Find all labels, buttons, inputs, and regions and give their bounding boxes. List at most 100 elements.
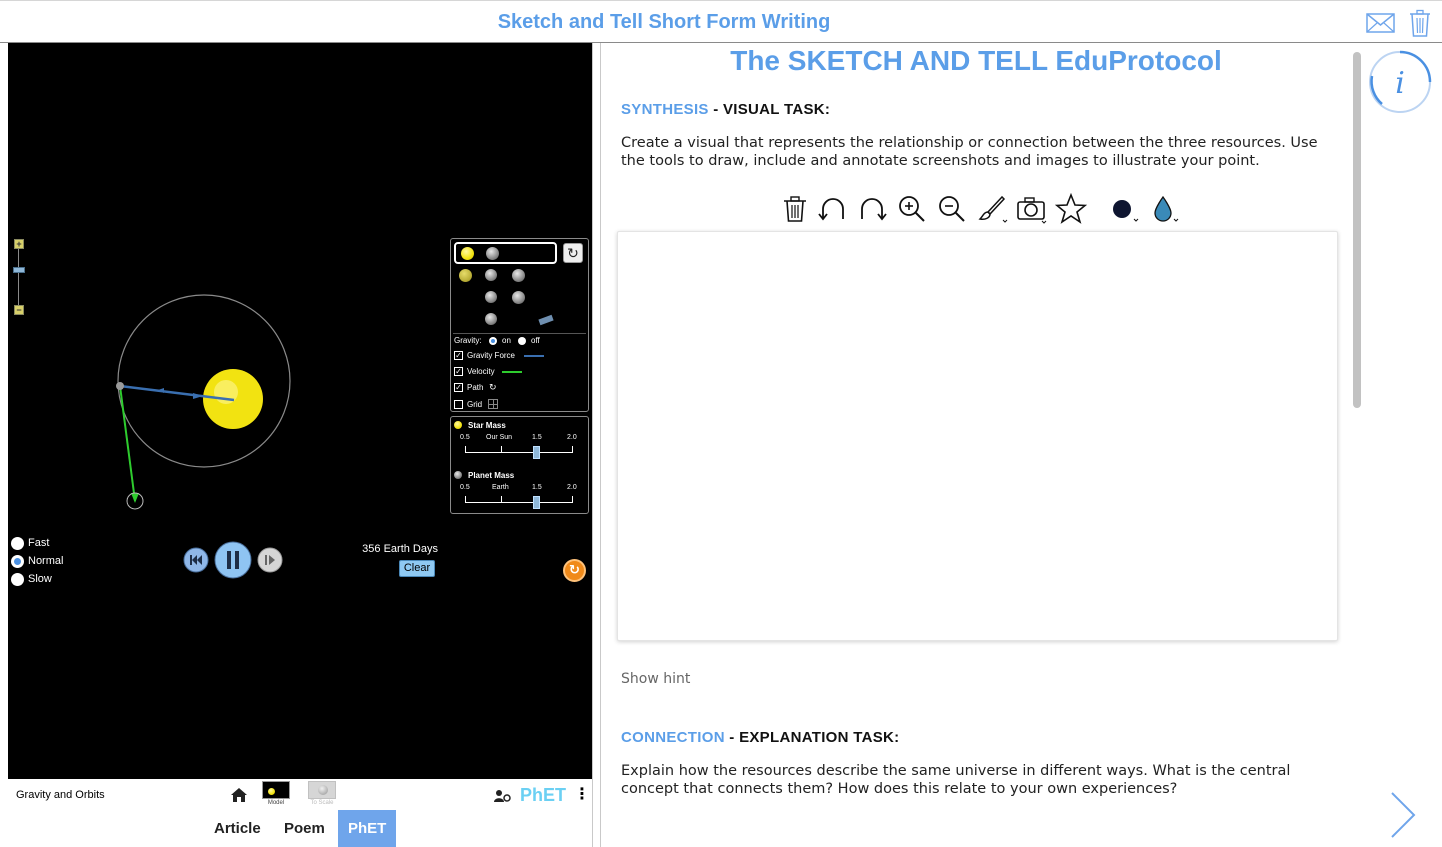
star-mass-track[interactable] <box>465 452 573 453</box>
speed-slow-radio[interactable] <box>11 573 24 586</box>
path-checkbox[interactable]: ✓ <box>454 383 463 392</box>
app-root: Sketch and Tell Short Form Writing + − ↻… <box>0 0 1442 847</box>
system-option[interactable] <box>459 269 472 282</box>
planet-mass-track[interactable] <box>465 502 573 503</box>
speed-fast-label: Fast <box>28 537 50 549</box>
grid-label: Grid <box>467 400 483 409</box>
sim-title: Gravity and Orbits <box>16 789 105 801</box>
undo-icon[interactable] <box>817 193 849 225</box>
system-option[interactable] <box>485 313 497 325</box>
document-scrollbar-thumb[interactable] <box>1353 52 1361 408</box>
connection-instructions: Explain how the resources describe the s… <box>621 763 1291 797</box>
screen-model[interactable]: Model <box>262 781 290 806</box>
reset-system-icon[interactable]: ↻ <box>563 243 583 263</box>
top-bar: Sketch and Tell Short Form Writing <box>0 0 1442 43</box>
speed-fast-radio[interactable] <box>11 537 24 550</box>
system-option[interactable] <box>512 269 525 282</box>
trash-icon[interactable] <box>779 193 811 225</box>
gravity-off-label: off <box>531 336 540 345</box>
path-label: Path <box>467 383 484 392</box>
document-title: The SKETCH AND TELL EduProtocol <box>730 45 1222 76</box>
camera-icon[interactable] <box>1015 193 1047 225</box>
phet-panel: + − ↻ Gravity: on off ✓ Gravity Force ✓ … <box>8 43 592 847</box>
velocity-label: Velocity <box>467 367 495 376</box>
keyboard-user-icon[interactable] <box>493 789 511 803</box>
satellite-icon[interactable] <box>538 314 554 326</box>
color-dot-icon[interactable] <box>1109 193 1141 225</box>
pause-icon[interactable] <box>214 541 252 579</box>
planet-body[interactable] <box>116 382 124 390</box>
zoom-in-icon[interactable] <box>896 193 928 225</box>
velocity-vector[interactable] <box>119 385 136 502</box>
zoom-out-icon[interactable] <box>936 193 968 225</box>
star-mass-thumb[interactable] <box>533 446 540 459</box>
brush-icon[interactable] <box>976 193 1008 225</box>
path-icon: ↻ <box>489 382 497 392</box>
connection-heading: CONNECTION - EXPLANATION TASK: <box>621 729 899 746</box>
gravity-off-radio[interactable] <box>518 337 526 345</box>
tab-poem[interactable]: Poem <box>274 810 335 847</box>
planet-mass-tick: 0.5 <box>460 484 470 491</box>
star-mass-tick: 2.0 <box>567 434 577 441</box>
elapsed-time: 356 Earth Days <box>362 543 438 555</box>
synthesis-instructions: Create a visual that represents the rela… <box>621 135 1318 169</box>
panel-divider[interactable] <box>592 43 601 847</box>
gravity-force-checkbox[interactable]: ✓ <box>454 351 463 360</box>
screen-to-scale[interactable]: To Scale <box>308 781 336 806</box>
system-option[interactable] <box>512 291 525 304</box>
phet-logo[interactable]: PhET <box>520 785 566 806</box>
simulation-stage[interactable]: + − ↻ Gravity: on off ✓ Gravity Force ✓ … <box>8 43 592 779</box>
chevron-right-icon[interactable] <box>1386 790 1418 840</box>
gravity-force-legend <box>524 355 544 357</box>
drawing-toolbar <box>779 193 1189 227</box>
svg-text:i: i <box>1395 66 1405 101</box>
body-selector-panel: ↻ Gravity: on off ✓ Gravity Force ✓ Velo… <box>450 238 589 412</box>
mass-panel: Star Mass 0.5 Our Sun 1.5 2.0 Planet Mas… <box>450 416 589 514</box>
page-title: Sketch and Tell Short Form Writing <box>497 11 831 33</box>
speed-normal-radio[interactable] <box>11 555 24 568</box>
velocity-legend <box>502 371 522 373</box>
fill-drop-icon[interactable] <box>1149 193 1181 225</box>
trash-icon[interactable] <box>1409 9 1431 37</box>
star-icon[interactable] <box>1055 193 1087 225</box>
planet-mass-thumb[interactable] <box>533 496 540 509</box>
star-mass-tick: 0.5 <box>460 434 470 441</box>
system-option[interactable] <box>485 269 497 281</box>
more-menu-icon[interactable]: ⋮ <box>574 787 590 803</box>
gravity-on-radio[interactable] <box>489 337 497 345</box>
star-mass-tick: Our Sun <box>486 434 513 441</box>
gravity-label: Gravity: <box>454 336 482 345</box>
velocity-checkbox[interactable]: ✓ <box>454 367 463 376</box>
tab-phet[interactable]: PhET <box>338 810 397 847</box>
grid-checkbox[interactable] <box>454 400 463 409</box>
connection-rest: - EXPLANATION TASK: <box>724 729 900 746</box>
step-forward-icon[interactable] <box>257 547 283 573</box>
connection-accent: CONNECTION <box>621 729 725 746</box>
info-icon[interactable]: i <box>1368 50 1432 114</box>
planet-mass-tick: 2.0 <box>567 484 577 491</box>
show-hint-link[interactable]: Show hint <box>621 671 690 687</box>
speed-slow-label: Slow <box>28 573 52 585</box>
rewind-icon[interactable] <box>183 547 209 573</box>
planet-mass-title: Planet Mass <box>468 471 515 480</box>
reset-all-icon[interactable]: ↻ <box>563 559 586 582</box>
drawing-canvas[interactable] <box>617 231 1338 641</box>
document-panel: The SKETCH AND TELL EduProtocol SYNTHESI… <box>601 43 1351 847</box>
star-mass-tick: 1.5 <box>532 434 542 441</box>
speed-normal-label: Normal <box>28 555 64 567</box>
redo-icon[interactable] <box>856 193 888 225</box>
home-icon[interactable] <box>230 787 248 803</box>
screen-model-label: Model <box>267 800 285 806</box>
planet-mass-tick: 1.5 <box>532 484 542 491</box>
tab-article[interactable]: Article <box>204 810 271 847</box>
selected-system[interactable] <box>454 242 557 264</box>
gravity-on-label: on <box>502 336 511 345</box>
clear-button[interactable]: Clear <box>399 560 435 577</box>
system-option[interactable] <box>485 291 497 303</box>
sim-navbar: Gravity and Orbits Model To Scale PhET ⋮ <box>8 779 592 811</box>
mail-icon[interactable] <box>1366 12 1396 34</box>
synthesis-heading: SYNTHESIS - VISUAL TASK: <box>621 101 830 118</box>
synthesis-accent: SYNTHESIS <box>621 101 709 118</box>
synthesis-rest: - VISUAL TASK: <box>708 101 831 118</box>
screen-to-scale-label: To Scale <box>310 800 334 806</box>
